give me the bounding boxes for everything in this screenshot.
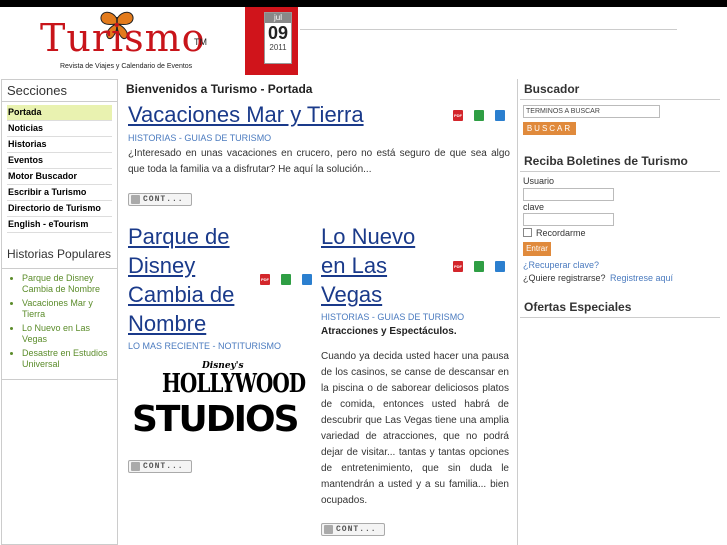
article-category[interactable]: LO MAS RECIENTE - NOTITURISMO <box>128 341 281 351</box>
article-subtitle: Atracciones y Espectáculos. <box>321 326 457 337</box>
main-content: Bienvenidos a Turismo - Portada Vacacion… <box>122 79 514 545</box>
logo-trademark: TM <box>194 37 207 47</box>
hollywood-studios-logo: Disney's HOLLYWOOD STUDIOS <box>132 361 306 440</box>
page-title: Bienvenidos a Turismo - Portada <box>126 82 313 96</box>
continue-button[interactable]: CONT... <box>128 193 192 206</box>
print-icon[interactable] <box>474 110 484 121</box>
arrow-right-icon <box>131 462 140 471</box>
email-icon[interactable] <box>495 110 505 121</box>
header-divider <box>300 29 677 30</box>
menu-item-escribir[interactable]: Escribir a Turismo <box>7 185 112 201</box>
article-category[interactable]: HISTORIAS - GUIAS DE TURISMO <box>321 312 464 322</box>
date-year: 2011 <box>269 43 287 52</box>
password-label: clave <box>523 202 545 212</box>
logo-word: Turismo <box>40 16 206 60</box>
top-black-bar <box>0 0 727 7</box>
pdf-icon[interactable]: PDF <box>453 110 463 121</box>
menu-item-motor-buscador[interactable]: Motor Buscador <box>7 169 112 185</box>
menu-item-historias[interactable]: Historias <box>7 137 112 153</box>
popular-story-link[interactable]: Desastre en Estudios Universal <box>22 348 112 370</box>
offers-section-title: Ofertas Especiales <box>524 300 632 314</box>
arrow-right-icon <box>131 195 140 204</box>
remember-checkbox[interactable] <box>523 228 532 237</box>
menu-item-english[interactable]: English - eTourism <box>7 217 112 233</box>
popular-story-link[interactable]: Vacaciones Mar y Tierra <box>22 298 112 320</box>
article-title-disney[interactable]: Parque de Disney Cambia de Nombre <box>128 224 234 336</box>
divider <box>520 171 720 172</box>
popular-stories-list: Parque de Disney Cambia de Nombre Vacaci… <box>2 269 117 379</box>
site-logo[interactable]: Turismo TM Revista de Viajes y Calendari… <box>40 11 220 77</box>
email-icon[interactable] <box>495 261 505 272</box>
password-field[interactable] <box>523 213 614 226</box>
article-title-las-vegas[interactable]: Lo Nuevo en Las Vegas <box>321 224 415 307</box>
article-tools: PDF <box>453 110 505 121</box>
date-badge: jul 09 2011 <box>264 12 292 64</box>
article-category[interactable]: HISTORIAS - GUIAS DE TURISMO <box>128 133 271 143</box>
right-sidebar: Buscador Reciba Boletines de Turismo Ofe… <box>517 79 726 545</box>
username-field[interactable] <box>523 188 614 201</box>
popular-divider <box>2 379 117 380</box>
print-icon[interactable] <box>474 261 484 272</box>
menu-item-noticias[interactable]: Noticias <box>7 121 112 137</box>
divider <box>520 99 720 100</box>
register-question: ¿Quiere registrarse? <box>523 273 606 283</box>
print-icon[interactable] <box>281 274 291 285</box>
site-header: Turismo TM Revista de Viajes y Calendari… <box>0 7 727 79</box>
menu-item-eventos[interactable]: Eventos <box>7 153 112 169</box>
date-day: 09 <box>267 23 289 43</box>
search-input[interactable]: TERMINOS A BUSCAR <box>523 105 660 118</box>
login-button[interactable]: Entrar <box>523 242 551 256</box>
logo-subtitle: Revista de Viajes y Calendario de Evento… <box>60 63 193 70</box>
popular-story-link[interactable]: Lo Nuevo en Las Vegas <box>22 323 112 345</box>
date-month: jul <box>265 13 291 23</box>
sections-menu: Portada Noticias Historias Eventos Motor… <box>2 80 117 233</box>
newsletter-section-title: Reciba Boletines de Turismo <box>524 154 688 168</box>
remember-label: Recordarme <box>536 228 586 238</box>
menu-item-directorio[interactable]: Directorio de Turismo <box>7 201 112 217</box>
divider <box>520 317 720 318</box>
username-label: Usuario <box>523 176 555 186</box>
popular-stories-title: Historias Populares <box>2 233 117 269</box>
menu-item-portada[interactable]: Portada <box>7 105 112 121</box>
article-body: Cuando ya decida usted hacer una pausa d… <box>321 351 509 506</box>
pdf-icon[interactable]: PDF <box>453 261 463 272</box>
article-tools: PDF <box>260 274 312 285</box>
article-summary: ¿Interesado en unas vacaciones en crucer… <box>128 148 510 175</box>
article-title-vacaciones[interactable]: Vacaciones Mar y Tierra <box>128 102 364 127</box>
register-link[interactable]: Registrese aquí <box>610 273 673 283</box>
left-sidebar: Secciones Portada Noticias Historias Eve… <box>1 79 118 545</box>
article-tools: PDF <box>453 261 505 272</box>
continue-button[interactable]: CONT... <box>321 523 385 536</box>
search-button[interactable]: BUSCAR <box>523 122 576 135</box>
recover-password-link[interactable]: ¿Recuperar clave? <box>523 260 599 270</box>
arrow-right-icon <box>324 525 333 534</box>
pdf-icon[interactable]: PDF <box>260 274 270 285</box>
continue-button[interactable]: CONT... <box>128 460 192 473</box>
email-icon[interactable] <box>302 274 312 285</box>
search-section-title: Buscador <box>524 82 580 96</box>
popular-story-link[interactable]: Parque de Disney Cambia de Nombre <box>22 273 112 295</box>
